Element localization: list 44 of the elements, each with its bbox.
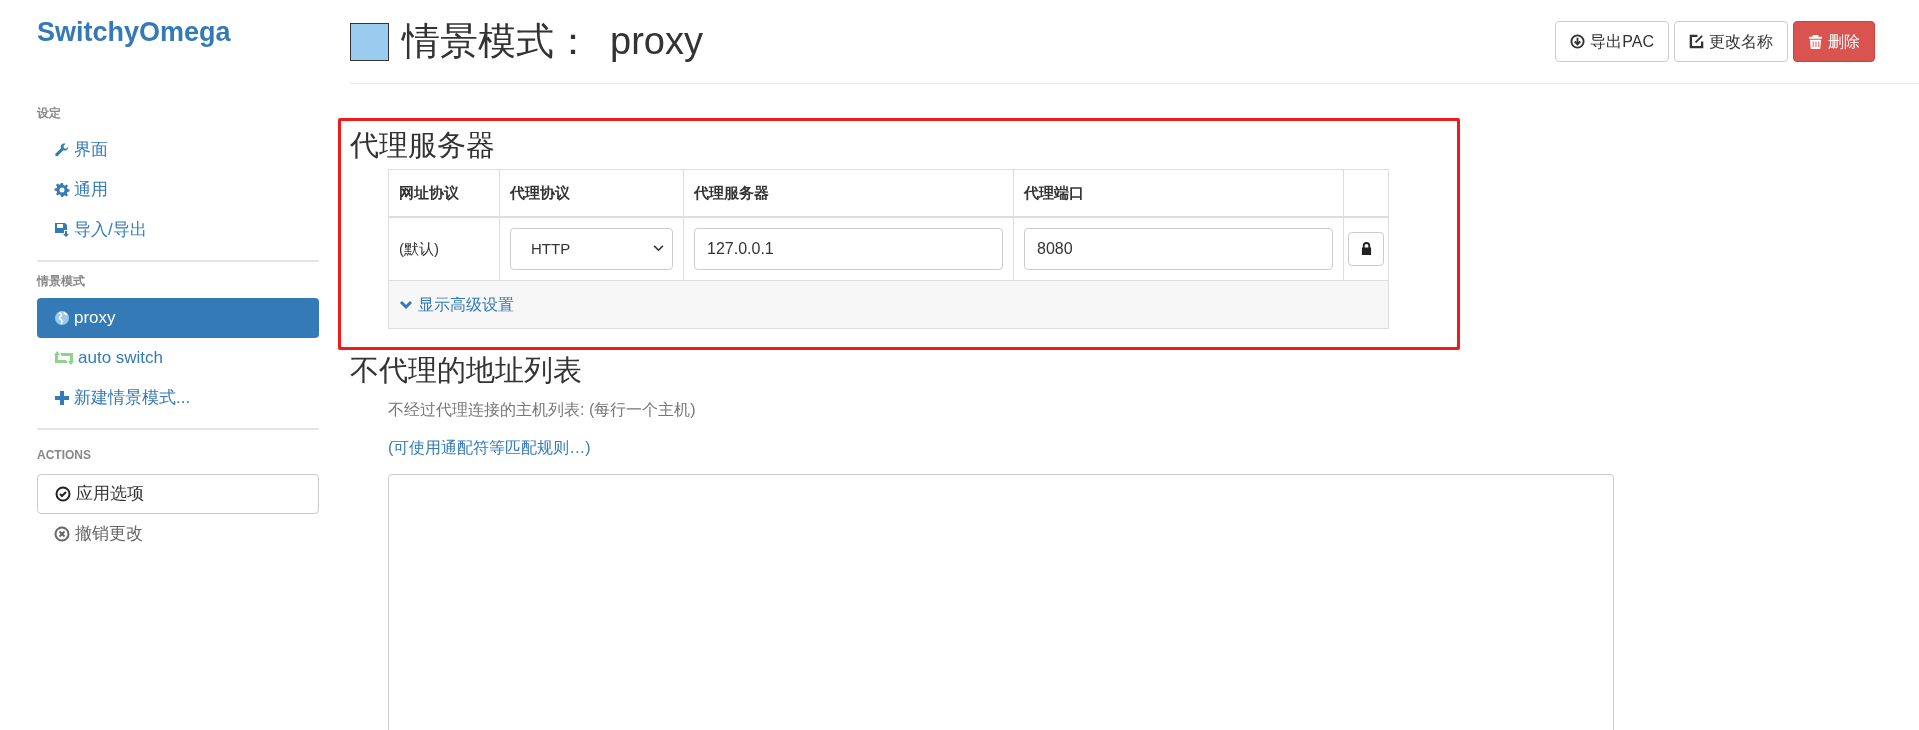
rename-button[interactable]: 更改名称: [1674, 21, 1788, 62]
loop-arrows-icon: [54, 350, 74, 366]
section-heading: 代理服务器: [350, 128, 495, 163]
gear-icon: [54, 182, 70, 198]
trash-icon: [1808, 33, 1823, 50]
apply-button[interactable]: 应用选项: [37, 474, 319, 514]
nav-item[interactable]: 导入/导出: [37, 210, 319, 250]
profile-name: proxy: [610, 19, 703, 64]
nav-item[interactable]: 界面: [37, 130, 319, 170]
chevron-down-icon: [399, 299, 413, 310]
column-header: 代理服务器: [683, 169, 1014, 217]
export-pac-button[interactable]: 导出PAC: [1555, 21, 1669, 62]
wildcard-rules-link[interactable]: (可使用通配符等匹配规则…): [388, 436, 591, 460]
globe-icon: [54, 310, 70, 326]
check-circle-icon: [55, 486, 71, 502]
input-field[interactable]: 8080: [1024, 227, 1333, 270]
section-heading: 不代理的地址列表: [350, 353, 582, 388]
app-title: SwitchyOmega: [37, 16, 231, 48]
nav-item[interactable]: auto switch: [37, 338, 319, 378]
edit-icon: [1689, 34, 1704, 49]
close-circle-icon: [54, 526, 70, 542]
wrench-icon: [54, 142, 70, 158]
caret-icon: [653, 245, 664, 253]
section-heading: ACTIONS: [37, 447, 91, 464]
plus-icon: [54, 390, 70, 406]
nav-item[interactable]: 通用: [37, 170, 319, 210]
discard-link[interactable]: 撤销更改: [37, 514, 143, 554]
section-heading: 设定: [37, 105, 61, 122]
delete-button[interactable]: 删除: [1793, 21, 1875, 62]
column-header: 代理端口: [1013, 169, 1344, 217]
lock-icon: [1360, 242, 1372, 256]
nav-item[interactable]: 新建情景模式...: [37, 378, 319, 418]
download-icon: [1570, 34, 1586, 49]
table-cell: (默认): [388, 216, 500, 281]
page-title: 情景模式：: [402, 19, 592, 64]
column-header: 代理协议: [499, 169, 684, 217]
nav-item[interactable]: proxy: [37, 298, 319, 338]
description-text: 不经过代理连接的主机列表: (每行一个主机): [388, 400, 696, 420]
section-heading: 情景模式: [37, 273, 85, 290]
advanced-settings-link[interactable]: 显示高级设置: [399, 292, 514, 317]
input-field[interactable]: 127.0.0.1: [694, 227, 1003, 270]
lock-button[interactable]: [1348, 231, 1384, 266]
column-header: 网址协议: [388, 169, 500, 217]
protocol-dropdown[interactable]: HTTP: [510, 227, 673, 270]
